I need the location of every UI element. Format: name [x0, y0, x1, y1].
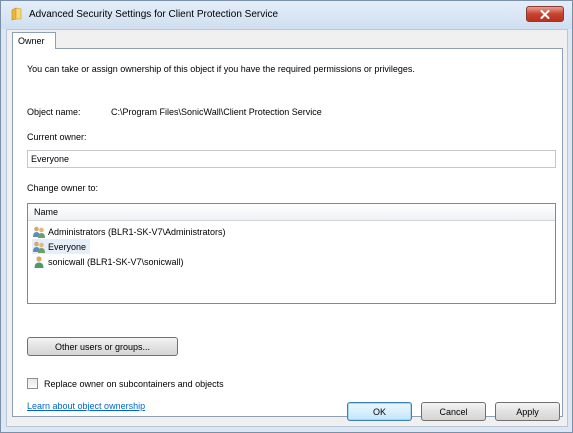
group-icon: [33, 241, 45, 253]
object-name-label: Object name:: [27, 107, 81, 117]
tab-owner[interactable]: Owner: [12, 32, 56, 49]
ok-button[interactable]: OK: [347, 402, 412, 421]
current-owner-field[interactable]: Everyone: [27, 150, 556, 168]
change-owner-list[interactable]: Name Administrators (BLR1-SK-V7\Administ…: [27, 203, 556, 304]
object-name-value: C:\Program Files\SonicWall\Client Protec…: [111, 107, 322, 117]
group-icon: [33, 226, 45, 238]
learn-ownership-link[interactable]: Learn about object ownership: [27, 401, 145, 411]
replace-owner-checkbox[interactable]: [27, 378, 38, 389]
list-column-header-name[interactable]: Name: [28, 204, 555, 221]
list-item-label: Everyone: [48, 241, 87, 252]
window-title: Advanced Security Settings for Client Pr…: [29, 9, 279, 20]
owner-tab-panel: You can take or assign ownership of this…: [12, 48, 563, 417]
list-item-administrators[interactable]: Administrators (BLR1-SK-V7\Administrator…: [32, 224, 230, 239]
replace-owner-label[interactable]: Replace owner on subcontainers and objec…: [44, 379, 224, 389]
close-icon: [540, 9, 550, 19]
list-item-sonicwall[interactable]: sonicwall (BLR1-SK-V7\sonicwall): [32, 254, 188, 269]
current-owner-label: Current owner:: [27, 132, 87, 142]
list-item-label: sonicwall (BLR1-SK-V7\sonicwall): [48, 256, 184, 267]
title-bar[interactable]: Advanced Security Settings for Client Pr…: [1, 1, 572, 29]
apply-button[interactable]: Apply: [495, 402, 560, 421]
other-users-or-groups-button[interactable]: Other users or groups...: [27, 337, 178, 356]
folder-icon: [11, 7, 22, 21]
change-owner-label: Change owner to:: [27, 183, 99, 193]
dialog-client-area: Owner You can take or assign ownership o…: [6, 29, 568, 427]
cancel-button[interactable]: Cancel: [421, 402, 486, 421]
user-icon: [34, 255, 44, 268]
list-item-everyone[interactable]: Everyone: [32, 239, 91, 254]
ownership-intro-text: You can take or assign ownership of this…: [27, 64, 415, 74]
list-item-label: Administrators (BLR1-SK-V7\Administrator…: [48, 226, 226, 237]
close-button[interactable]: [526, 6, 564, 22]
security-settings-window: Advanced Security Settings for Client Pr…: [0, 0, 573, 433]
